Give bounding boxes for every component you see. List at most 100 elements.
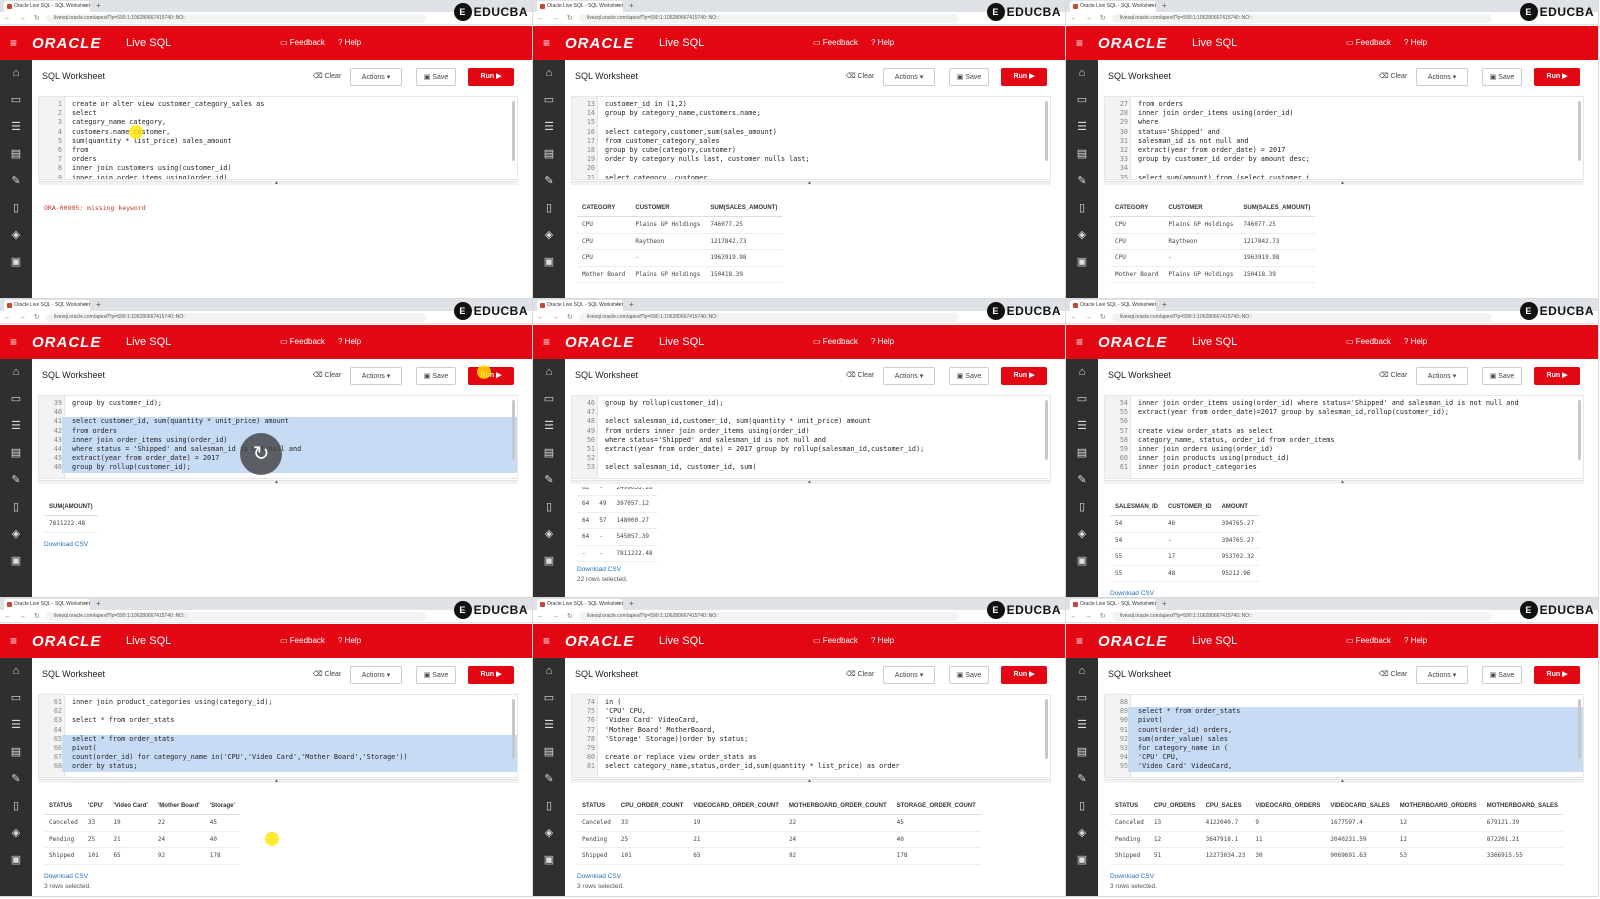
list-icon[interactable]: ☰ (1075, 120, 1089, 134)
download-csv-link[interactable]: Download CSV (44, 541, 88, 548)
sql-editor[interactable]: 39 group by customer_id); 40 41 select custo… (38, 395, 518, 479)
save-button[interactable]: ▣ Save (949, 666, 989, 684)
browser-tab[interactable]: Oracle Live SQL - SQL Worksheet × (537, 300, 623, 311)
tab-close-icon[interactable]: × (616, 599, 620, 610)
tool-icon[interactable]: ✎ (542, 772, 556, 786)
list-icon[interactable]: ☰ (542, 718, 556, 732)
save-button[interactable]: ▣ Save (1482, 68, 1522, 86)
url-field[interactable]: livesql.oracle.com/apex/f?p=590:1:106280… (579, 14, 959, 23)
url-field[interactable]: livesql.oracle.com/apex/f?p=590:1:106280… (46, 14, 426, 23)
editor-scrollbar[interactable] (1045, 400, 1048, 460)
database-icon[interactable]: ▤ (1075, 147, 1089, 161)
console-icon[interactable]: ▭ (542, 93, 556, 107)
list-icon[interactable]: ☰ (1075, 718, 1089, 732)
document-icon[interactable]: ▯ (1075, 201, 1089, 215)
download-csv-link[interactable]: Download CSV (577, 873, 621, 880)
home-icon[interactable]: ⌂ (9, 664, 23, 678)
help-link[interactable]: ? Help (338, 337, 361, 346)
pane-splitter[interactable]: ▲ (571, 180, 1051, 186)
tab-close-icon[interactable]: × (83, 1, 87, 12)
new-tab-button[interactable]: + (1162, 598, 1167, 610)
database-icon[interactable]: ▤ (1075, 446, 1089, 460)
console-icon[interactable]: ▭ (9, 392, 23, 406)
sql-editor[interactable]: 54 inner join order_items using(order_id)… (1104, 395, 1584, 479)
document-icon[interactable]: ▯ (9, 201, 23, 215)
menu-icon[interactable]: ≡ (10, 37, 17, 49)
layers-icon[interactable]: ◈ (542, 527, 556, 541)
browser-tab[interactable]: Oracle Live SQL - SQL Worksheet × (1070, 300, 1156, 311)
sql-editor[interactable]: 27 from orders 28 inner join order_items us… (1104, 96, 1584, 180)
help-link[interactable]: ? Help (1404, 337, 1427, 346)
feedback-link[interactable]: ▭ Feedback (280, 636, 325, 645)
clear-button[interactable]: ⌫ Clear (841, 68, 879, 86)
browser-tab[interactable]: Oracle Live SQL - SQL Worksheet × (537, 1, 623, 12)
new-tab-button[interactable]: + (96, 299, 101, 311)
actions-dropdown[interactable]: Actions ▾ (350, 68, 402, 86)
url-field[interactable]: livesql.oracle.com/apex/f?p=590:1:106280… (579, 313, 959, 322)
help-link[interactable]: ? Help (338, 636, 361, 645)
actions-dropdown[interactable]: Actions ▾ (1416, 666, 1468, 684)
help-link[interactable]: ? Help (871, 337, 894, 346)
layers-icon[interactable]: ◈ (9, 527, 23, 541)
help-link[interactable]: ? Help (1404, 38, 1427, 47)
browser-nav-icons[interactable]: ← → ↻ (537, 311, 576, 324)
lock-icon[interactable]: ▣ (542, 554, 556, 568)
home-icon[interactable]: ⌂ (1075, 365, 1089, 379)
actions-dropdown[interactable]: Actions ▾ (883, 666, 935, 684)
layers-icon[interactable]: ◈ (1075, 228, 1089, 242)
menu-icon[interactable]: ≡ (1076, 635, 1083, 647)
home-icon[interactable]: ⌂ (9, 66, 23, 80)
download-csv-link[interactable]: Download CSV (577, 566, 621, 573)
actions-dropdown[interactable]: Actions ▾ (1416, 367, 1468, 385)
tool-icon[interactable]: ✎ (9, 772, 23, 786)
new-tab-button[interactable]: + (1162, 299, 1167, 311)
editor-scrollbar[interactable] (512, 699, 515, 759)
tool-icon[interactable]: ✎ (1075, 174, 1089, 188)
editor-scrollbar[interactable] (512, 400, 515, 460)
save-button[interactable]: ▣ Save (949, 367, 989, 385)
run-button[interactable]: Run ▶ (468, 666, 514, 684)
document-icon[interactable]: ▯ (9, 799, 23, 813)
document-icon[interactable]: ▯ (542, 799, 556, 813)
layers-icon[interactable]: ◈ (542, 826, 556, 840)
collapse-caret-icon[interactable]: ▲ (1340, 180, 1345, 186)
document-icon[interactable]: ▯ (1075, 799, 1089, 813)
home-icon[interactable]: ⌂ (542, 66, 556, 80)
save-button[interactable]: ▣ Save (1482, 666, 1522, 684)
pane-splitter[interactable]: ▲ (1104, 778, 1584, 784)
browser-nav-icons[interactable]: ← → ↻ (4, 610, 43, 623)
clear-button[interactable]: ⌫ Clear (308, 68, 346, 86)
feedback-link[interactable]: ▭ Feedback (813, 337, 858, 346)
home-icon[interactable]: ⌂ (1075, 664, 1089, 678)
tool-icon[interactable]: ✎ (1075, 473, 1089, 487)
database-icon[interactable]: ▤ (542, 745, 556, 759)
run-button[interactable]: Run ▶ (1001, 666, 1047, 684)
clear-button[interactable]: ⌫ Clear (1374, 367, 1412, 385)
save-button[interactable]: ▣ Save (416, 68, 456, 86)
editor-scrollbar[interactable] (1578, 699, 1581, 759)
sql-editor[interactable]: 88 89 select * from order_stats 90 pivot(91 c… (1104, 694, 1584, 778)
collapse-caret-icon[interactable]: ▲ (1340, 778, 1345, 784)
actions-dropdown[interactable]: Actions ▾ (883, 68, 935, 86)
sql-editor[interactable]: 74 in (75 'CPU' CPU, 76 'Video Card' VideoCa… (571, 694, 1051, 778)
list-icon[interactable]: ☰ (1075, 419, 1089, 433)
menu-icon[interactable]: ≡ (10, 635, 17, 647)
collapse-caret-icon[interactable]: ▲ (274, 180, 279, 186)
collapse-caret-icon[interactable]: ▲ (807, 778, 812, 784)
new-tab-button[interactable]: + (1162, 0, 1167, 12)
pane-splitter[interactable]: ▲ (1104, 479, 1584, 485)
collapse-caret-icon[interactable]: ▲ (274, 479, 279, 485)
new-tab-button[interactable]: + (96, 0, 101, 12)
actions-dropdown[interactable]: Actions ▾ (1416, 68, 1468, 86)
tool-icon[interactable]: ✎ (9, 174, 23, 188)
menu-icon[interactable]: ≡ (1076, 37, 1083, 49)
pane-splitter[interactable]: ▲ (571, 479, 1051, 485)
console-icon[interactable]: ▭ (1075, 93, 1089, 107)
tab-close-icon[interactable]: × (616, 300, 620, 311)
database-icon[interactable]: ▤ (1075, 745, 1089, 759)
browser-nav-icons[interactable]: ← → ↻ (4, 12, 43, 25)
console-icon[interactable]: ▭ (9, 93, 23, 107)
browser-tab[interactable]: Oracle Live SQL - SQL Worksheet × (4, 599, 90, 610)
lock-icon[interactable]: ▣ (9, 554, 23, 568)
menu-icon[interactable]: ≡ (543, 37, 550, 49)
